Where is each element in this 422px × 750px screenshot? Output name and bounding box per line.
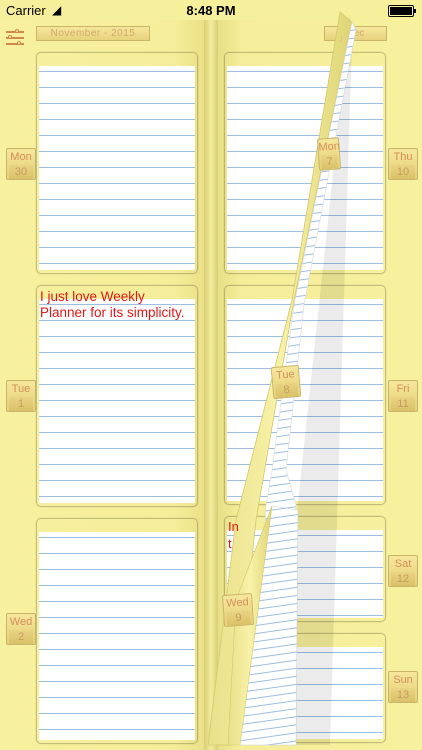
battery-icon	[388, 5, 416, 17]
note-card-wed[interactable]	[36, 518, 198, 744]
note-card-fri[interactable]	[224, 285, 386, 505]
day-number: 13	[391, 688, 415, 702]
note-text-tue[interactable]: I just love Weekly Planner for its simpl…	[40, 289, 194, 321]
curl-day-tab-tue[interactable]: Tue 8	[270, 364, 302, 400]
day-tab-mon[interactable]: Mon 30	[6, 148, 36, 180]
day-number: 11	[391, 397, 415, 411]
day-number: 1	[9, 397, 33, 411]
day-name: Mon	[10, 151, 32, 163]
day-tab-thu[interactable]: Thu 10	[388, 148, 418, 180]
day-tab-fri[interactable]: Fri 11	[388, 380, 418, 412]
day-name: Sun	[393, 674, 413, 686]
day-number: 7	[321, 154, 339, 170]
day-name: Thu	[393, 151, 413, 163]
curl-day-tab-wed[interactable]: Wed 9	[221, 592, 255, 628]
sliders-icon[interactable]	[4, 26, 26, 48]
day-name: Mon	[318, 140, 341, 154]
day-number: 12	[391, 572, 415, 586]
note-card-mon[interactable]	[36, 52, 198, 274]
curl-note-fragment: In t	[228, 519, 239, 551]
status-bar: Carrier ◢ 8:48 PM	[0, 0, 422, 22]
day-name: Wed	[225, 596, 250, 610]
book-spine	[204, 20, 218, 750]
day-tab-sun[interactable]: Sun 13	[388, 671, 418, 703]
day-tab-wed[interactable]: Wed 2	[6, 613, 36, 645]
day-tab-tue[interactable]: Tue 1	[6, 380, 36, 412]
day-name: Tue	[11, 383, 31, 395]
day-name: Fri	[396, 383, 410, 395]
day-number: 8	[275, 382, 299, 398]
month-label[interactable]: November - 2015	[36, 26, 150, 41]
note-card-tue[interactable]: I just love Weekly Planner for its simpl…	[36, 285, 198, 507]
day-number: 9	[226, 610, 252, 626]
status-time: 8:48 PM	[186, 3, 236, 18]
note-card-sun[interactable]	[224, 633, 386, 743]
day-tab-sat[interactable]: Sat 12	[388, 555, 418, 587]
day-name: Sat	[394, 558, 412, 570]
note-card-thu[interactable]	[224, 52, 386, 274]
curl-day-tab-mon[interactable]: Mon 7	[316, 137, 342, 171]
day-number: 10	[391, 165, 415, 179]
month-label-right[interactable]: Dec	[324, 26, 387, 41]
day-name: Tue	[275, 368, 296, 382]
day-name: Wed	[9, 616, 33, 628]
day-number: 2	[9, 630, 33, 644]
day-number: 30	[9, 165, 33, 179]
